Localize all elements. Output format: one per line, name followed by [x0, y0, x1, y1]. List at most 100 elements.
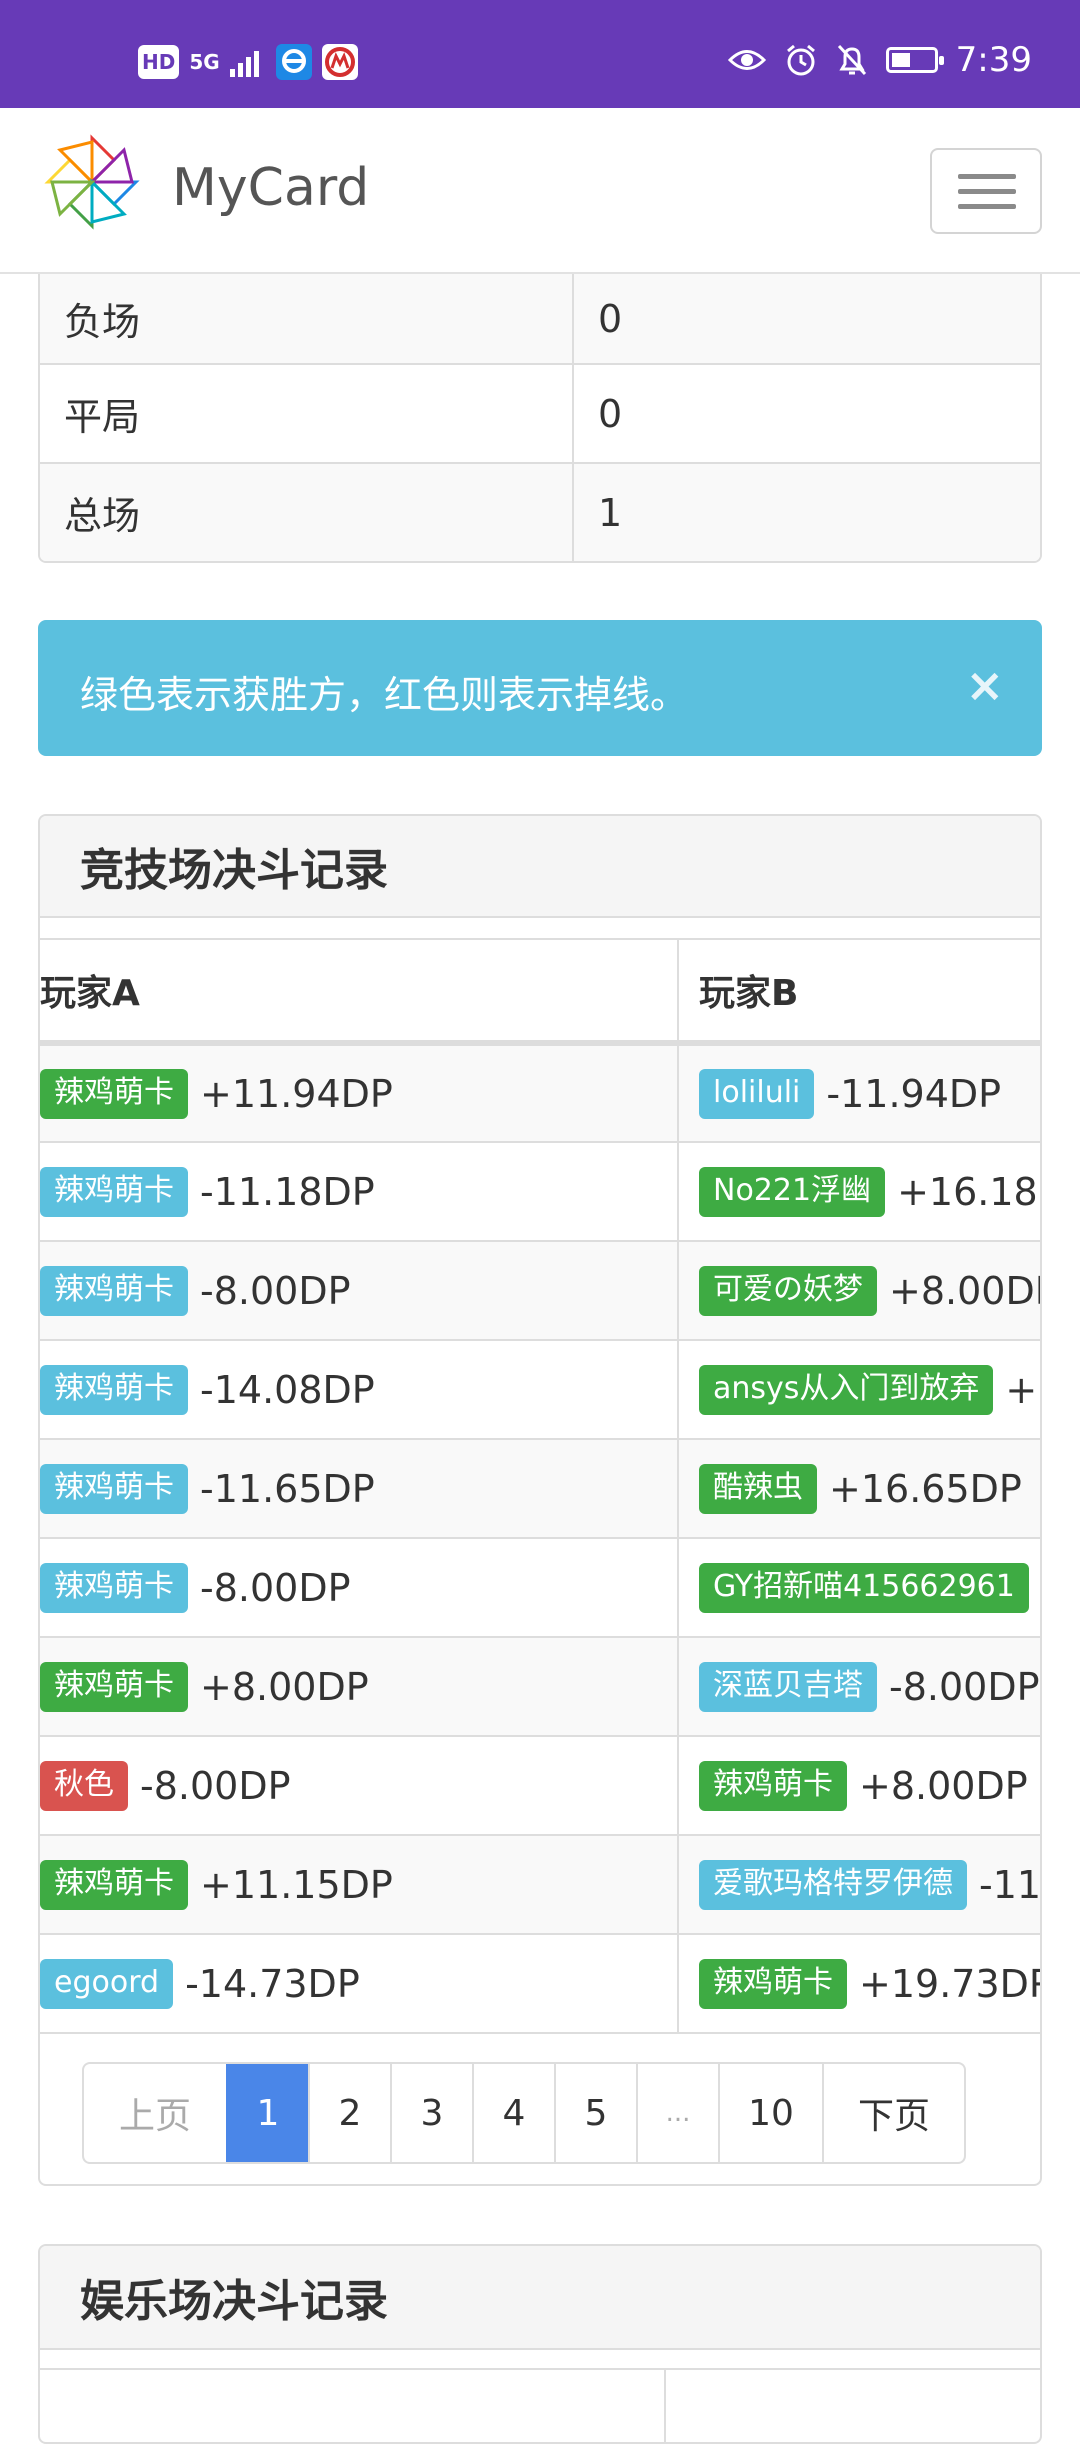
player-name-badge[interactable]: ansys从入门到放弃: [699, 1364, 994, 1415]
player-a-cell: 辣鸡萌卡 -8.00DP: [40, 1240, 679, 1341]
player-b-cell: 辣鸡萌卡 +8.00DP: [677, 1735, 1040, 1836]
dp-change: +11.15DP: [200, 1862, 393, 1907]
stats-row: 平局 0: [40, 363, 1040, 462]
player-name-badge[interactable]: 辣鸡萌卡: [40, 1364, 188, 1415]
player-a-cell: egoord -14.73DP: [40, 1933, 679, 2034]
table-row: 辣鸡萌卡 -14.08DP ansys从入门到放弃 +14: [40, 1339, 1040, 1440]
player-name-badge[interactable]: 辣鸡萌卡: [699, 1760, 847, 1811]
player-a-cell: 辣鸡萌卡 -11.18DP: [40, 1141, 679, 1242]
arena-records-panel: 竞技场决斗记录 玩家A 玩家B 辣鸡萌卡 +11.94DP loliluli -11.…: [38, 814, 1042, 2186]
dp-change: +19.73DP: [859, 1961, 1040, 2006]
stats-row: 负场 0: [40, 274, 1040, 363]
stats-label: 总场: [40, 464, 574, 561]
battery-level: [891, 53, 910, 67]
column-header-player-a: 玩家A: [40, 938, 679, 1046]
dp-change: -11.18DP: [200, 1169, 375, 1214]
dp-change: +8.00DP: [859, 1763, 1028, 1808]
dp-change: -14.08DP: [200, 1367, 375, 1412]
page-item[interactable]: 4: [472, 2064, 554, 2162]
player-name-badge[interactable]: loliluli: [699, 1068, 815, 1119]
menu-toggle-button[interactable]: [930, 148, 1042, 234]
player-name-badge[interactable]: No221浮幽: [699, 1166, 886, 1217]
brand-name[interactable]: MyCard: [172, 158, 369, 218]
page-item: 上页: [118, 2096, 191, 2137]
page-item[interactable]: 2: [308, 2064, 390, 2162]
table-cell: [666, 2368, 1040, 2442]
close-icon[interactable]: ×: [965, 658, 1004, 712]
player-name-badge[interactable]: egoord: [40, 1958, 174, 2009]
mycard-logo[interactable]: [38, 128, 146, 236]
hamburger-icon-bar: [958, 189, 1016, 194]
player-b-cell: 酷辣虫 +16.65DP: [677, 1438, 1040, 1539]
player-name-badge[interactable]: 辣鸡萌卡: [40, 1068, 188, 1119]
page-item[interactable]: 10: [718, 2064, 822, 2162]
player-a-cell: 辣鸡萌卡 +11.94DP: [40, 1042, 679, 1143]
signal-icon: [229, 51, 259, 77]
pagination: 上页 1 2 3 4 5... 10 下页: [82, 2062, 966, 2164]
status-time: 7:39: [955, 40, 1032, 80]
player-b-cell: ansys从入门到放弃 +14: [677, 1339, 1040, 1440]
table-row: egoord -14.73DP 辣鸡萌卡 +19.73DP: [40, 1933, 1040, 2034]
table-scroll[interactable]: 玩家A 玩家B 辣鸡萌卡 +11.94DP loliluli -11.94DP 辣鸡萌卡…: [40, 918, 1040, 2040]
stats-row: 总场 1: [40, 462, 1040, 561]
player-name-badge[interactable]: 辣鸡萌卡: [699, 1958, 847, 2009]
table-row: 辣鸡萌卡 -8.00DP GY招新喵415662961+8.: [40, 1537, 1040, 1638]
entertainment-table: [40, 2350, 1040, 2442]
player-name-badge[interactable]: 辣鸡萌卡: [40, 1859, 188, 1910]
player-name-badge[interactable]: 酷辣虫: [699, 1463, 817, 1514]
network-label: 5G: [189, 50, 220, 74]
table-row: 秋色 -8.00DP 辣鸡萌卡 +8.00DP: [40, 1735, 1040, 1836]
player-name-badge[interactable]: 辣鸡萌卡: [40, 1562, 188, 1613]
hamburger-icon: [958, 174, 1016, 179]
page-item[interactable]: 下页: [822, 2064, 964, 2162]
page-item[interactable]: 1: [226, 2064, 308, 2162]
status-right: 7:39: [727, 40, 1032, 80]
player-a-cell: 辣鸡萌卡 -14.08DP: [40, 1339, 679, 1440]
stats-label: 负场: [40, 274, 574, 363]
dp-change: -8.00DP: [200, 1268, 351, 1313]
player-name-badge[interactable]: 辣鸡萌卡: [40, 1661, 188, 1712]
player-name-badge[interactable]: 辣鸡萌卡: [40, 1265, 188, 1316]
hd-icon: HD: [138, 45, 180, 79]
page-item[interactable]: 3: [390, 2064, 472, 2162]
player-name-badge[interactable]: GY招新喵415662961: [699, 1562, 1029, 1613]
player-name-badge[interactable]: 辣鸡萌卡: [40, 1166, 188, 1217]
entertainment-records-panel: 娱乐场决斗记录: [38, 2244, 1042, 2444]
dp-change: -11.65DP: [200, 1466, 375, 1511]
player-a-cell: 辣鸡萌卡 +11.15DP: [40, 1834, 679, 1935]
dp-change: -11.1: [979, 1862, 1040, 1907]
battery-icon: [885, 47, 944, 73]
dp-change: +11.94DP: [200, 1071, 393, 1116]
panel-title: 竞技场决斗记录: [40, 816, 1040, 918]
player-name-badge[interactable]: 爱歌玛格特罗伊德: [699, 1859, 967, 1910]
stats-value: 1: [598, 490, 623, 535]
stats-table: 负场 0 平局 0 总场 1: [38, 274, 1042, 563]
alarm-icon: [786, 44, 815, 76]
hamburger-icon-bar: [958, 204, 1016, 209]
player-name-badge[interactable]: 秋色: [40, 1760, 128, 1811]
player-b-cell: loliluli -11.94DP: [677, 1042, 1040, 1143]
duel-table-body: 辣鸡萌卡 +11.94DP loliluli -11.94DP 辣鸡萌卡 -11.18DP…: [40, 1042, 1040, 2034]
stats-value: 0: [598, 391, 623, 436]
page-item[interactable]: 5: [554, 2064, 636, 2162]
dp-change: -8.00DP: [200, 1565, 351, 1610]
player-b-cell: 可爱の妖梦 +8.00DP: [677, 1240, 1040, 1341]
player-a-cell: 辣鸡萌卡 +8.00DP: [40, 1636, 679, 1737]
navbar: MyCard: [0, 108, 1080, 274]
info-alert: 绿色表示获胜方，红色则表示掉线。 ×: [38, 620, 1042, 756]
column-header-player-b: 玩家B: [677, 938, 1040, 1046]
player-b-cell: 辣鸡萌卡 +19.73DP: [677, 1933, 1040, 2034]
dp-change: +8.00DP: [200, 1664, 369, 1709]
dp-change: -14.73DP: [185, 1961, 360, 2006]
player-name-badge[interactable]: 可爱の妖梦: [699, 1265, 877, 1316]
player-name-badge[interactable]: 深蓝贝吉塔: [699, 1661, 877, 1712]
table-row: 辣鸡萌卡 +8.00DP 深蓝贝吉塔 -8.00DP: [40, 1636, 1040, 1737]
table-row: 辣鸡萌卡 +11.15DP 爱歌玛格特罗伊德 -11.1: [40, 1834, 1040, 1935]
stats-label: 平局: [40, 365, 574, 462]
dp-change: +8.00DP: [889, 1268, 1040, 1313]
table-row: 辣鸡萌卡 -8.00DP 可爱の妖梦 +8.00DP: [40, 1240, 1040, 1341]
dp-change: +14: [1005, 1367, 1040, 1412]
duel-table: 玩家A 玩家B 辣鸡萌卡 +11.94DP loliluli -11.94DP 辣鸡萌卡…: [40, 938, 1040, 2034]
player-name-badge[interactable]: 辣鸡萌卡: [40, 1463, 188, 1514]
player-b-cell: GY招新喵415662961+8.: [677, 1537, 1040, 1638]
